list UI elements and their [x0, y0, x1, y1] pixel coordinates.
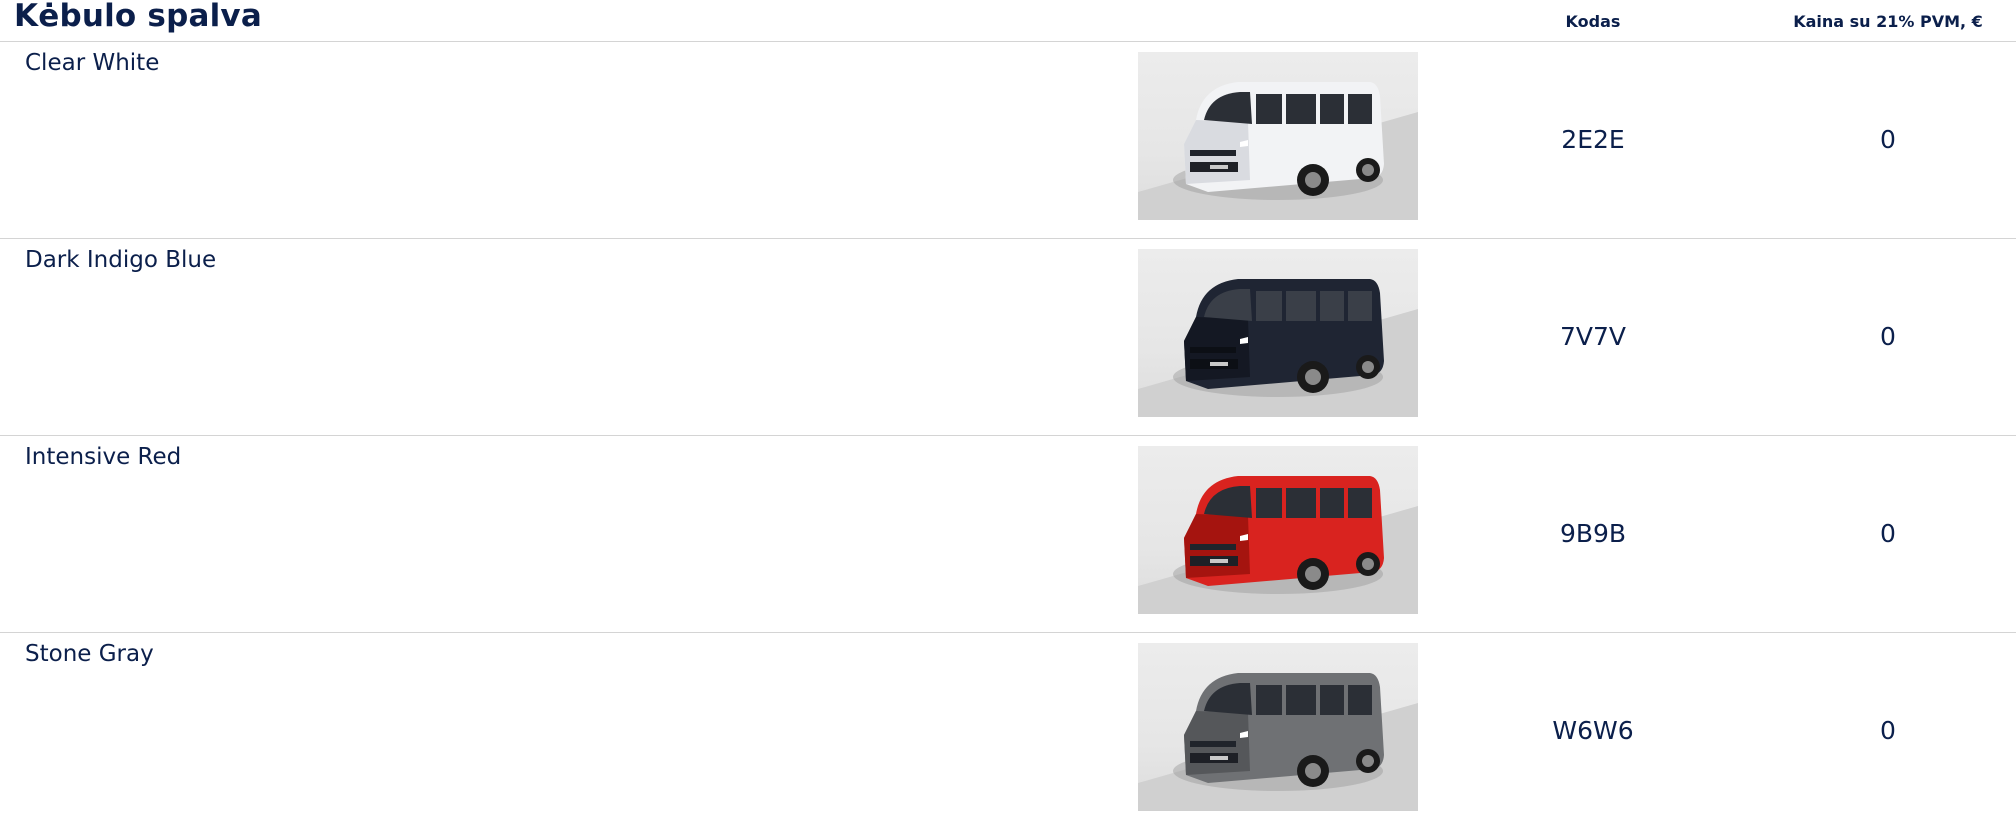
vehicle-image [1138, 446, 1418, 614]
color-code: W6W6 [1552, 716, 1634, 745]
table-row[interactable]: Dark Indigo Blue 7V7V 0 [0, 239, 2016, 436]
color-name: Intensive Red [25, 444, 182, 470]
table-row[interactable]: Stone Gray W6W6 0 [0, 633, 2016, 829]
color-code: 2E2E [1561, 125, 1625, 154]
color-name: Stone Gray [25, 641, 154, 667]
table-row[interactable]: Intensive Red 9B9B 0 [0, 436, 2016, 633]
column-header-code: Kodas [1565, 12, 1621, 31]
color-price: 0 [1880, 519, 1896, 548]
table-header: Kėbulo spalva Kodas Kaina su 21% PVM, € [0, 0, 2016, 42]
color-code: 9B9B [1559, 519, 1627, 548]
color-name: Dark Indigo Blue [25, 247, 217, 273]
column-header-price: Kaina su 21% PVM, € [1793, 12, 1983, 31]
color-name: Clear White [25, 50, 160, 76]
color-price: 0 [1880, 716, 1896, 745]
section-title: Kėbulo spalva [14, 0, 262, 34]
vehicle-image [1138, 249, 1418, 417]
vehicle-image [1138, 643, 1418, 811]
table-row[interactable]: Clear White 2E2E 0 [0, 42, 2016, 239]
color-price: 0 [1880, 322, 1896, 351]
color-price: 0 [1880, 125, 1896, 154]
vehicle-image [1138, 52, 1418, 220]
color-code: 7V7V [1559, 322, 1626, 351]
